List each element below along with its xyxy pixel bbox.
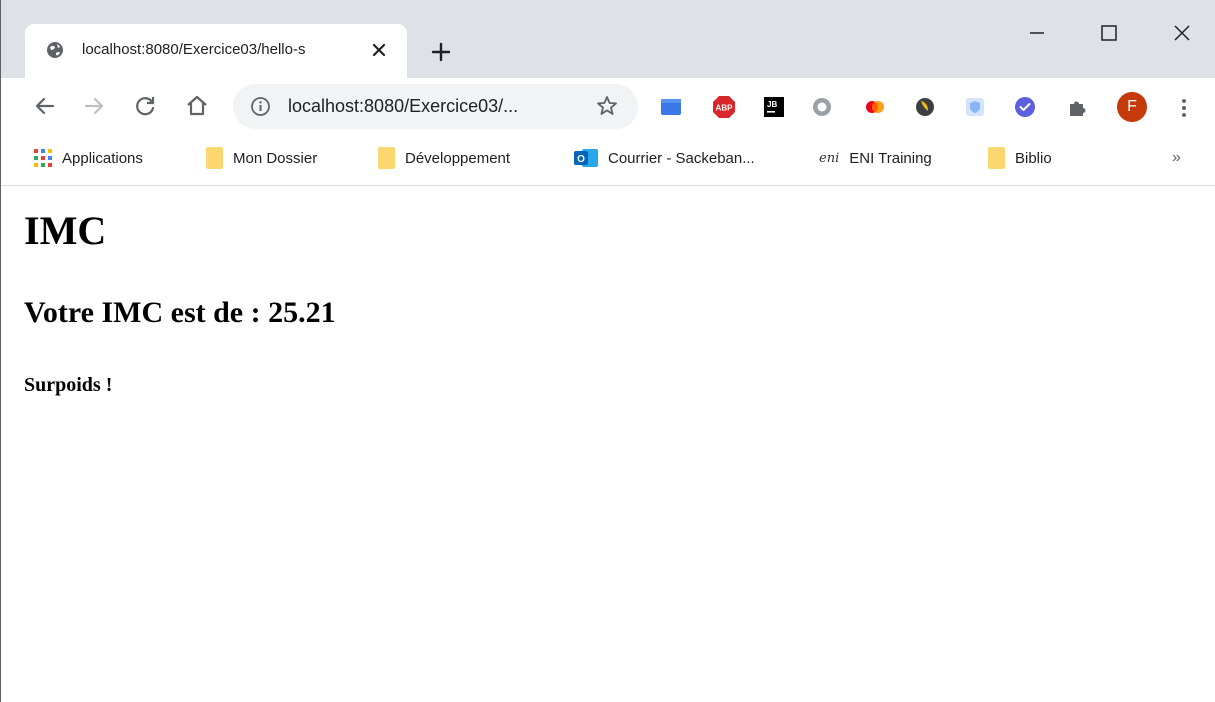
blue-extension-icon[interactable] bbox=[659, 95, 683, 119]
more-bookmarks-chevron[interactable]: » bbox=[1172, 149, 1181, 167]
bookmark-label: ENI Training bbox=[849, 149, 932, 167]
adblock-plus-icon[interactable]: ABP bbox=[712, 95, 736, 119]
profile-avatar[interactable]: F bbox=[1117, 92, 1147, 122]
bookmark-label: Mon Dossier bbox=[233, 149, 318, 167]
folder-icon bbox=[206, 147, 223, 169]
shield-extension-icon[interactable] bbox=[963, 95, 987, 119]
check-extension-icon[interactable] bbox=[1013, 95, 1037, 119]
minimize-icon[interactable] bbox=[1022, 18, 1052, 48]
back-arrow-icon[interactable] bbox=[32, 93, 58, 119]
apps-grid-icon bbox=[34, 149, 52, 167]
mastercard-icon[interactable] bbox=[863, 95, 887, 119]
svg-text:JB: JB bbox=[767, 100, 777, 109]
bookmark-star-icon[interactable] bbox=[595, 94, 619, 118]
bookmark-applications[interactable]: Applications bbox=[34, 146, 143, 170]
close-window-icon[interactable] bbox=[1167, 18, 1197, 48]
new-tab-icon[interactable] bbox=[429, 40, 453, 64]
bmi-result: Votre IMC est de : 25.21 bbox=[24, 296, 336, 329]
bmi-status: Surpoids ! bbox=[24, 374, 113, 396]
eni-logo-icon: eni bbox=[819, 150, 840, 166]
forward-arrow-icon[interactable] bbox=[81, 93, 107, 119]
bookmark-label: Applications bbox=[62, 149, 143, 167]
bookmark-eni-training[interactable]: eni ENI Training bbox=[819, 146, 932, 170]
bookmark-biblio[interactable]: Biblio bbox=[988, 146, 1052, 170]
svg-text:O: O bbox=[577, 154, 585, 165]
jetbrains-icon[interactable]: JB bbox=[762, 95, 786, 119]
bookmarks-bar: Applications Mon Dossier Développement O… bbox=[1, 136, 1215, 186]
outlook-icon: O bbox=[574, 149, 598, 167]
more-menu-icon[interactable] bbox=[1175, 96, 1193, 120]
reload-icon[interactable] bbox=[132, 93, 158, 119]
bookmark-label: Biblio bbox=[1015, 149, 1052, 167]
close-tab-icon[interactable] bbox=[369, 40, 389, 60]
url-text[interactable]: localhost:8080/Exercice03/... bbox=[288, 95, 518, 117]
maximize-icon[interactable] bbox=[1094, 18, 1124, 48]
page-title: IMC bbox=[24, 208, 107, 253]
bookmark-courrier[interactable]: O Courrier - Sackeban... bbox=[574, 146, 755, 170]
folder-icon bbox=[378, 147, 395, 169]
info-icon[interactable] bbox=[250, 96, 271, 117]
bookmark-label: Courrier - Sackeban... bbox=[608, 149, 755, 167]
tab-title: localhost:8080/Exercice03/hello-s bbox=[82, 41, 306, 58]
folder-icon bbox=[988, 147, 1005, 169]
bookmark-developpement[interactable]: Développement bbox=[378, 146, 510, 170]
address-bar[interactable]: localhost:8080/Exercice03/... bbox=[233, 84, 638, 129]
circle-extension-icon[interactable] bbox=[810, 95, 834, 119]
tab-strip: localhost:8080/Exercice03/hello-s bbox=[1, 0, 1215, 78]
svg-text:ABP: ABP bbox=[716, 104, 734, 113]
browser-toolbar: localhost:8080/Exercice03/... ABP JB F bbox=[1, 78, 1215, 136]
tab-active[interactable]: localhost:8080/Exercice03/hello-s bbox=[25, 24, 407, 78]
bookmark-label: Développement bbox=[405, 149, 511, 167]
puzzle-icon[interactable] bbox=[1066, 95, 1090, 119]
browser-window: localhost:8080/Exercice03/hello-s localh… bbox=[0, 0, 1215, 702]
bookmark-mon-dossier[interactable]: Mon Dossier bbox=[206, 146, 317, 170]
home-icon[interactable] bbox=[184, 93, 210, 119]
page-content: IMC Votre IMC est de : 25.21 Surpoids ! bbox=[1, 187, 1215, 702]
globe-icon bbox=[47, 42, 63, 58]
moon-extension-icon[interactable] bbox=[913, 95, 937, 119]
